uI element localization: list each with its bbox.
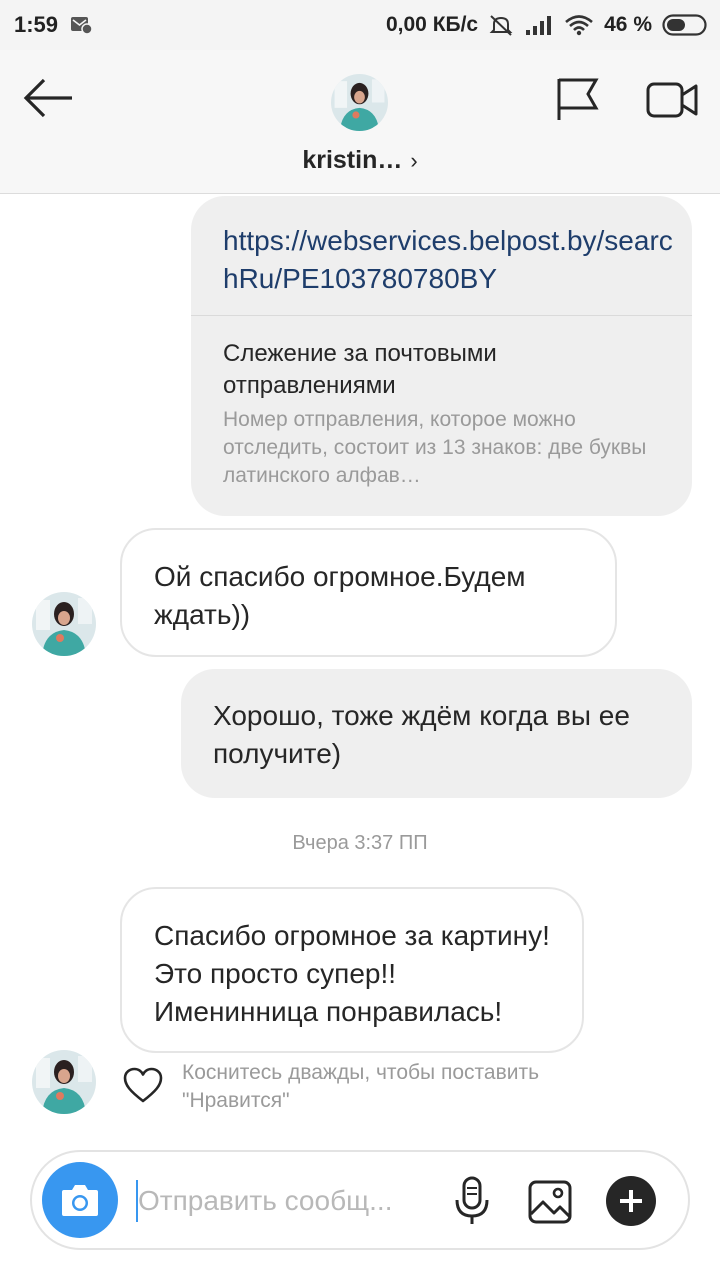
link-title: Слежение за почтовыми отправлениями: [223, 340, 497, 399]
avatar-image: [331, 74, 388, 131]
link-preview-message[interactable]: https://webservices.belpost.by/searchRu/…: [191, 196, 692, 516]
link-url[interactable]: https://webservices.belpost.by/searchRu/…: [223, 222, 673, 298]
plus-button[interactable]: [606, 1176, 656, 1226]
status-bar: 1:59 0,00 КБ/с 46 %: [0, 0, 720, 50]
link-divider: [191, 315, 692, 316]
microphone-icon[interactable]: [452, 1176, 492, 1226]
header-avatar[interactable]: [331, 74, 388, 131]
outgoing-message[interactable]: Хорошо, тоже ждём когда вы ее получите): [181, 669, 692, 798]
chat-username[interactable]: kristin… ›: [0, 146, 720, 175]
back-arrow-icon[interactable]: [20, 76, 76, 120]
chevron-right-icon: ›: [410, 148, 418, 173]
link-description: Номер отправления, которое можно отследи…: [223, 408, 647, 487]
heart-icon[interactable]: [122, 1066, 164, 1104]
message-text: Спасибо огромное за картину!Это просто с…: [154, 920, 550, 1027]
network-speed: 0,00 КБ/с: [385, 13, 479, 36]
username-text: kristin…: [302, 146, 403, 174]
notification-icon: [71, 17, 92, 34]
status-right: 0,00 КБ/с 46 %: [386, 10, 708, 40]
incoming-message[interactable]: Спасибо огромное за картину!Это просто с…: [120, 887, 584, 1053]
message-text: Ой спасибо огромное.Будем ждать)): [154, 561, 526, 630]
video-camera-icon[interactable]: [646, 80, 698, 120]
status-time: 1:59: [14, 12, 59, 37]
battery-icon: [662, 14, 707, 36]
image-icon[interactable]: [528, 1180, 572, 1224]
avatar-image: [32, 592, 96, 656]
sender-avatar[interactable]: [32, 1050, 96, 1114]
message-input[interactable]: [138, 1176, 428, 1226]
battery-percent: 46 %: [604, 13, 652, 36]
message-composer: [30, 1150, 690, 1250]
flag-icon[interactable]: [554, 76, 600, 122]
incoming-message[interactable]: Ой спасибо огромное.Будем ждать)): [120, 528, 617, 657]
mute-icon: [489, 15, 513, 36]
sender-avatar[interactable]: [32, 592, 96, 656]
like-hint: Коснитесь дважды, чтобы поставить "Нрави…: [182, 1061, 540, 1112]
wifi-icon: [565, 15, 593, 36]
message-text: Хорошо, тоже ждём когда вы ее получите): [213, 700, 630, 769]
signal-icon: [526, 16, 552, 35]
camera-icon: [62, 1185, 98, 1216]
plus-icon: [620, 1190, 642, 1212]
camera-button[interactable]: [42, 1162, 118, 1238]
avatar-image: [32, 1050, 96, 1114]
message-timestamp: Вчера 3:37 ПП: [292, 832, 428, 854]
chat-header: kristin… ›: [0, 50, 720, 194]
